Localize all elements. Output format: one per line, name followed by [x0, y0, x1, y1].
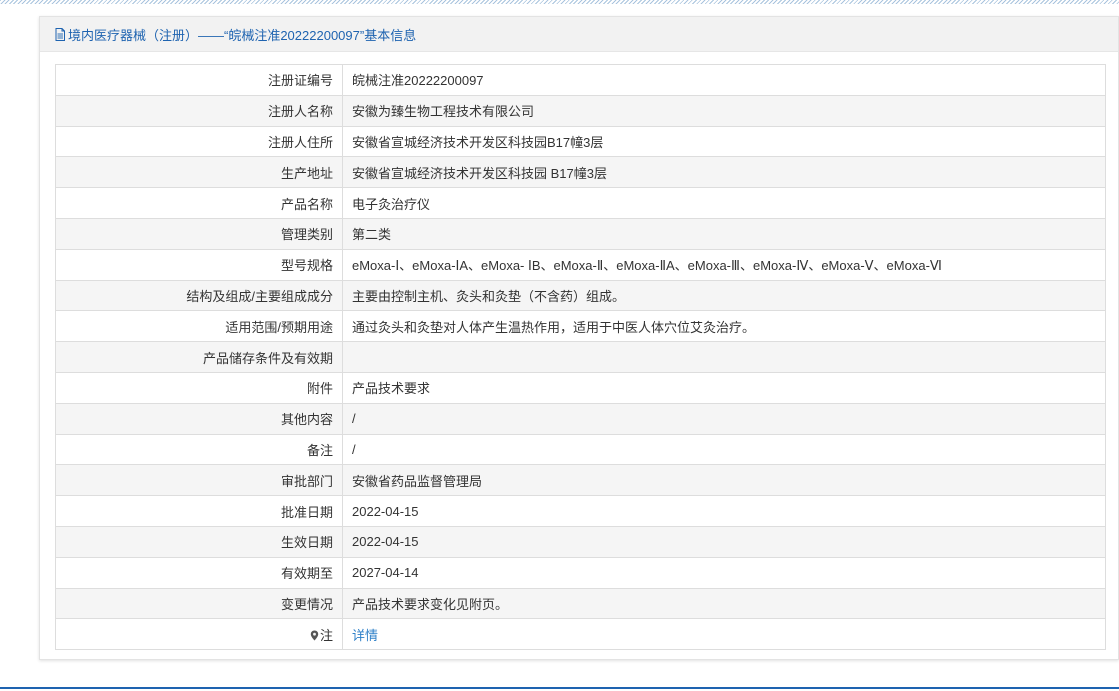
table-row-note: 注 详情 [55, 618, 1106, 651]
table-row: 型号规格 eMoxa-Ⅰ、eMoxa-ⅠA、eMoxa- ⅠB、eMoxa-Ⅱ、e… [55, 248, 1106, 281]
table-row: 产品名称 电子灸治疗仪 [55, 187, 1106, 219]
table-row: 管理类别 第二类 [55, 217, 1106, 250]
info-table: 注册证编号 皖械注准20222200097 注册人名称 安徽为臻生物工程技术有限公司注… [55, 64, 1106, 651]
field-value: 主要由控制主机、灸头和灸垫（不含药）组成。 [342, 279, 1106, 312]
table-row: 备注 / [55, 433, 1106, 466]
table-row: 批准日期 2022-04-15 [55, 495, 1106, 527]
table-row: 注册人名称 安徽为臻生物工程技术有限公司 [55, 94, 1106, 127]
field-label: 附件 [55, 371, 343, 404]
note-label: 注 [319, 627, 333, 643]
table-row: 适用范围/预期用途 通过灸头和灸垫对人体产生温热作用，适用于中医人体穴位艾灸治疗。 [55, 310, 1106, 343]
field-label: 变更情况 [55, 587, 343, 620]
field-value: 2022-04-15 [342, 495, 1106, 527]
table-row: 审批部门 安徽省药品监督管理局 [55, 464, 1106, 497]
note-label-cell: 注 [55, 618, 343, 651]
page-title: 境内医疗器械（注册）——“皖械注准20222200097”基本信息 [68, 27, 417, 43]
field-value [342, 341, 1106, 373]
field-value: 安徽省宣城经济技术开发区科技园 B17幢3层 [342, 156, 1106, 189]
field-label: 其他内容 [55, 402, 343, 435]
table-row: 有效期至 2027-04-14 [55, 556, 1106, 589]
top-decorative-stripe [0, 0, 1119, 4]
field-value: 安徽省药品监督管理局 [342, 464, 1106, 497]
field-label: 注册证编号 [55, 64, 343, 96]
table-row: 注册人住所 安徽省宣城经济技术开发区科技园B17幢3层 [55, 125, 1106, 158]
info-panel: 境内医疗器械（注册）——“皖械注准20222200097”基本信息 注册证编号皖… [39, 16, 1119, 660]
field-label: 型号规格 [55, 248, 343, 281]
field-value: 皖械注准20222200097 [342, 64, 1106, 96]
field-label: 产品名称 [55, 187, 343, 219]
pin-icon [310, 629, 319, 641]
table-row: 生效日期 2022-04-15 [55, 525, 1106, 558]
field-value: eMoxa-Ⅰ、eMoxa-ⅠA、eMoxa- ⅠB、eMoxa-Ⅱ、eMoxa… [342, 248, 1106, 281]
table-row: 其他内容 / [55, 402, 1106, 435]
field-label: 产品储存条件及有效期 [55, 341, 343, 373]
field-label: 结构及组成/主要组成成分 [55, 279, 343, 312]
field-value: 产品技术要求变化见附页。 [342, 587, 1106, 620]
field-label: 审批部门 [55, 464, 343, 497]
field-value: 第二类 [342, 217, 1106, 250]
note-value-cell: 详情 [342, 618, 1106, 651]
bottom-divider [0, 687, 1119, 689]
field-label: 生产地址 [55, 156, 343, 189]
table-row: 结构及组成/主要组成成分 主要由控制主机、灸头和灸垫（不含药）组成。 [55, 279, 1106, 312]
field-value: 产品技术要求 [342, 371, 1106, 404]
field-value: / [342, 402, 1106, 435]
field-label: 批准日期 [55, 495, 343, 527]
field-label: 注册人名称 [55, 94, 343, 127]
table-row: 生产地址 安徽省宣城经济技术开发区科技园 B17幢3层 [55, 156, 1106, 189]
details-link[interactable]: 详情 [352, 628, 378, 643]
field-value: 2022-04-15 [342, 525, 1106, 558]
field-label: 生效日期 [55, 525, 343, 558]
field-value: 安徽为臻生物工程技术有限公司 [342, 94, 1106, 127]
field-label: 备注 [55, 433, 343, 466]
table-row: 注册证编号 皖械注准20222200097 [55, 64, 1106, 96]
table-row: 变更情况 产品技术要求变化见附页。 [55, 587, 1106, 620]
field-label: 注册人住所 [55, 125, 343, 158]
field-label: 管理类别 [55, 217, 343, 250]
field-label: 适用范围/预期用途 [55, 310, 343, 343]
field-label: 有效期至 [55, 556, 343, 589]
table-row: 产品储存条件及有效期 [55, 341, 1106, 373]
table-row: 附件 产品技术要求 [55, 371, 1106, 404]
panel-header: 境内医疗器械（注册）——“皖械注准20222200097”基本信息 [40, 17, 1118, 52]
field-value: 2027-04-14 [342, 556, 1106, 589]
field-value: 电子灸治疗仪 [342, 187, 1106, 219]
document-icon [54, 27, 66, 41]
field-value: / [342, 433, 1106, 466]
field-value: 安徽省宣城经济技术开发区科技园B17幢3层 [342, 125, 1106, 158]
field-value: 通过灸头和灸垫对人体产生温热作用，适用于中医人体穴位艾灸治疗。 [342, 310, 1106, 343]
